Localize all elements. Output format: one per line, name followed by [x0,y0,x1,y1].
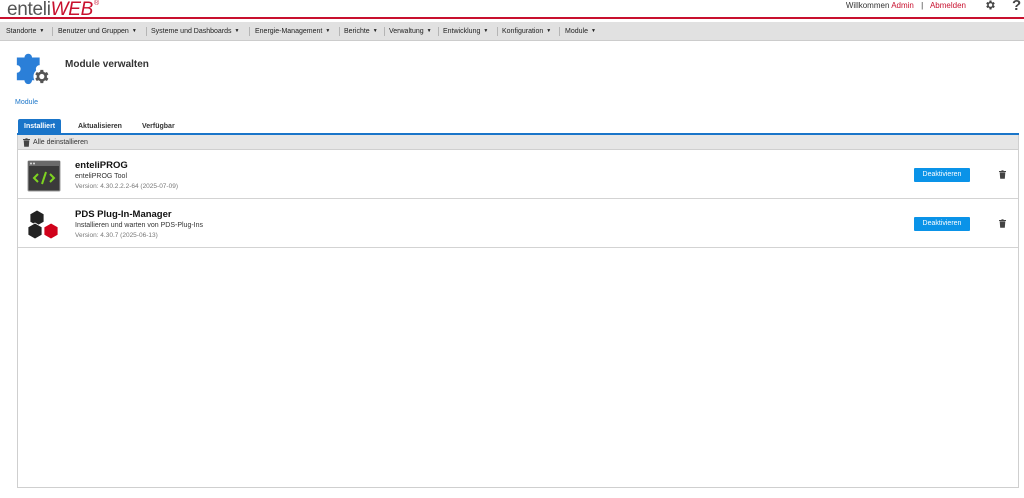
cubes-icon [27,209,59,240]
deactivate-button[interactable]: Deaktivieren [914,168,970,182]
logo-text-web: WEB [50,0,94,20]
nav-label: Entwicklung [443,28,481,35]
nav-divider [559,27,560,36]
nav-label: Benutzer und Gruppen [58,28,129,35]
enteliweb-logo[interactable]: enteliWEB® [7,0,99,21]
puzzle-gear-icon [16,53,50,85]
chevron-down-icon: ▼ [372,28,378,34]
trash-icon[interactable] [999,219,1006,228]
chevron-down-icon: ▼ [546,28,552,34]
chevron-down-icon: ▼ [131,28,137,34]
user-link[interactable]: Admin [891,1,914,10]
chevron-down-icon: ▼ [234,28,240,34]
nav-label: Standorte [6,28,37,35]
nav-label: Module [565,28,588,35]
nav-divider [146,27,147,36]
nav-divider [339,27,340,36]
top-header: enteliWEB® Willkommen Admin | Abmelden ? [0,0,1024,21]
module-version: Version: 4.30.7 (2025-06-13) [75,232,158,239]
nav-label: Systeme und Dashboards [151,28,232,35]
chevron-down-icon: ▼ [590,28,596,34]
chevron-down-icon: ▼ [483,28,489,34]
gear-icon[interactable] [984,0,996,11]
header-separator: | [921,1,924,10]
nav-item-verwaltung[interactable]: Verwaltung ▼ [389,28,432,35]
nav-item-konfiguration[interactable]: Konfiguration ▼ [502,28,551,35]
nav-item-systeme-und-dashboards[interactable]: Systeme und Dashboards ▼ [151,28,240,35]
nav-item-benutzer-und-gruppen[interactable]: Benutzer und Gruppen ▼ [58,28,137,35]
nav-divider [438,27,439,36]
chevron-down-icon: ▼ [426,28,432,34]
installed-modules-panel: Alle deinstallieren enteliPROG enteliPRO… [17,135,1019,488]
help-icon[interactable]: ? [1012,0,1021,14]
deactivate-button[interactable]: Deaktivieren [914,217,970,231]
module-row: PDS Plug-In-Manager Installieren und war… [18,200,1018,248]
trash-icon[interactable] [999,170,1006,179]
nav-item-entwicklung[interactable]: Entwicklung ▼ [443,28,488,35]
tab-installiert[interactable]: Installiert [18,119,62,134]
module-name: PDS Plug-In-Manager [75,209,172,220]
nav-item-standorte[interactable]: Standorte ▼ [6,28,44,35]
chevron-down-icon: ▼ [325,28,331,34]
module-row: enteliPROG enteliPROG Tool Version: 4.30… [18,151,1018,199]
tab-aktualisieren[interactable]: Aktualisieren [72,119,128,134]
module-description: Installieren und warten von PDS-Plug-Ins [75,222,204,229]
module-name: enteliPROG [75,160,128,171]
nav-item-module[interactable]: Module ▼ [565,28,596,35]
nav-item-berichte[interactable]: Berichte ▼ [344,28,378,35]
page-title: Module verwalten [65,59,149,70]
tab-verfuegbar[interactable]: Verfügbar [136,119,181,134]
nav-label: Energie-Management [255,28,323,35]
trash-icon [23,138,30,147]
nav-divider [497,27,498,36]
welcome-text: Willkommen [845,1,890,10]
uninstall-all-button[interactable]: Alle deinstallieren [18,135,1018,150]
nav-label: Konfiguration [502,28,544,35]
chevron-down-icon: ▼ [39,28,45,34]
nav-divider [384,27,385,36]
welcome-area: Willkommen Admin | Abmelden [846,1,966,10]
breadcrumb[interactable]: Module [15,99,38,106]
nav-item-energie-management[interactable]: Energie-Management ▼ [255,28,330,35]
nav-divider [52,27,53,36]
logo-registered-mark: ® [94,0,99,7]
main-navbar: Standorte ▼ Benutzer und Gruppen ▼ Systeme… [0,22,1024,41]
logo-text-enteli: enteli [7,0,51,20]
uninstall-all-label: Alle deinstallieren [33,139,88,146]
logout-link[interactable]: Abmelden [930,1,966,10]
nav-label: Berichte [344,28,370,35]
module-description: enteliPROG Tool [75,173,128,180]
nav-label: Verwaltung [389,28,424,35]
nav-divider [249,27,250,36]
code-window-icon [27,160,61,192]
module-version: Version: 4.30.2.2.2-64 (2025-07-09) [75,183,178,190]
